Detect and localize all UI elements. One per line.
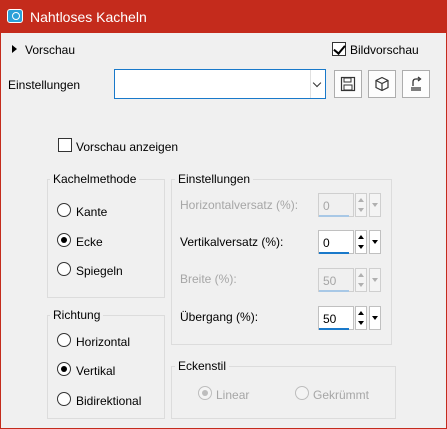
save-icon — [340, 76, 356, 92]
radio-linear[interactable] — [198, 386, 212, 400]
radio-bidirektional-label: Bidirektional — [76, 394, 142, 408]
horizontalversatz-dropdown[interactable] — [369, 193, 381, 217]
chevron-down-icon[interactable] — [310, 70, 325, 98]
title-bar: Nahtloses Kacheln — [0, 0, 447, 33]
vertikalversatz-bar — [319, 252, 349, 254]
horizontalversatz-bar — [319, 215, 349, 217]
uebergang-dropdown[interactable] — [369, 306, 381, 330]
einstellungen-title: Einstellungen — [175, 172, 254, 186]
radio-gekruemmt-label: Gekrümmt — [313, 388, 370, 402]
radio-horizontal-label: Horizontal — [76, 335, 131, 349]
show-preview-label: Vorschau anzeigen — [76, 140, 179, 154]
arrow-down-icon[interactable] — [358, 283, 364, 287]
radio-vertikal-label: Vertikal — [76, 364, 116, 378]
arrow-down-icon[interactable] — [358, 245, 364, 249]
arrow-up-icon[interactable] — [358, 198, 364, 202]
radio-ecke[interactable] — [57, 233, 71, 247]
breite-dropdown[interactable] — [369, 268, 381, 292]
uebergang-spinner[interactable] — [355, 306, 367, 330]
radio-bidirektional[interactable] — [57, 392, 71, 406]
breite-value: 50 — [323, 274, 337, 288]
cube-preset-button[interactable] — [368, 70, 396, 98]
horizontalversatz-value: 0 — [323, 199, 330, 213]
window-title: Nahtloses Kacheln — [30, 9, 147, 25]
arrow-down-icon[interactable] — [358, 208, 364, 212]
settings-preset-select[interactable] — [114, 69, 326, 99]
cube-icon — [375, 76, 389, 92]
radio-vertikal[interactable] — [57, 362, 71, 376]
kachelmethode-title: Kachelmethode — [50, 172, 140, 186]
show-preview-checkbox[interactable] — [58, 138, 72, 152]
vertikalversatz-label: Vertikalversatz (%): — [180, 235, 284, 249]
vertikalversatz-value: 0 — [323, 236, 330, 250]
uebergang-bar — [319, 328, 349, 330]
save-preset-button[interactable] — [334, 70, 362, 98]
horizontalversatz-spinner[interactable] — [355, 193, 367, 217]
horizontalversatz-input[interactable]: 0 — [318, 193, 354, 217]
reset-icon — [411, 76, 422, 91]
settings-label: Einstellungen — [8, 78, 81, 92]
arrow-up-icon[interactable] — [358, 273, 364, 277]
expand-arrow-icon[interactable] — [12, 45, 17, 53]
radio-kante[interactable] — [57, 203, 71, 217]
camera-icon — [7, 9, 23, 23]
breite-spinner[interactable] — [355, 268, 367, 292]
uebergang-value: 50 — [323, 312, 337, 326]
breite-bar — [319, 290, 349, 292]
preview-expander-label[interactable]: Vorschau — [25, 43, 75, 57]
radio-gekruemmt[interactable] — [295, 386, 309, 400]
vertikalversatz-spinner[interactable] — [355, 230, 367, 254]
uebergang-label: Übergang (%): — [180, 310, 259, 324]
radio-kante-label: Kante — [76, 205, 108, 219]
uebergang-input[interactable]: 50 — [318, 306, 354, 330]
bildvorschau-checkbox[interactable] — [332, 42, 346, 56]
eckenstil-title: Eckenstil — [175, 359, 230, 373]
reset-preset-button[interactable] — [402, 70, 430, 98]
richtung-title: Richtung — [50, 308, 104, 322]
radio-linear-label: Linear — [216, 388, 250, 402]
arrow-up-icon[interactable] — [358, 235, 364, 239]
arrow-up-icon[interactable] — [358, 311, 364, 315]
vertikalversatz-input[interactable]: 0 — [318, 230, 354, 254]
horizontalversatz-label: Horizontalversatz (%): — [180, 198, 299, 212]
breite-label: Breite (%): — [180, 272, 237, 286]
bildvorschau-label: Bildvorschau — [350, 43, 419, 57]
radio-spiegeln-label: Spiegeln — [76, 264, 123, 278]
radio-horizontal[interactable] — [57, 333, 71, 347]
breite-input[interactable]: 50 — [318, 268, 354, 292]
radio-spiegeln[interactable] — [57, 262, 71, 276]
radio-ecke-label: Ecke — [76, 235, 103, 249]
vertikalversatz-dropdown[interactable] — [369, 230, 381, 254]
arrow-down-icon[interactable] — [358, 321, 364, 325]
